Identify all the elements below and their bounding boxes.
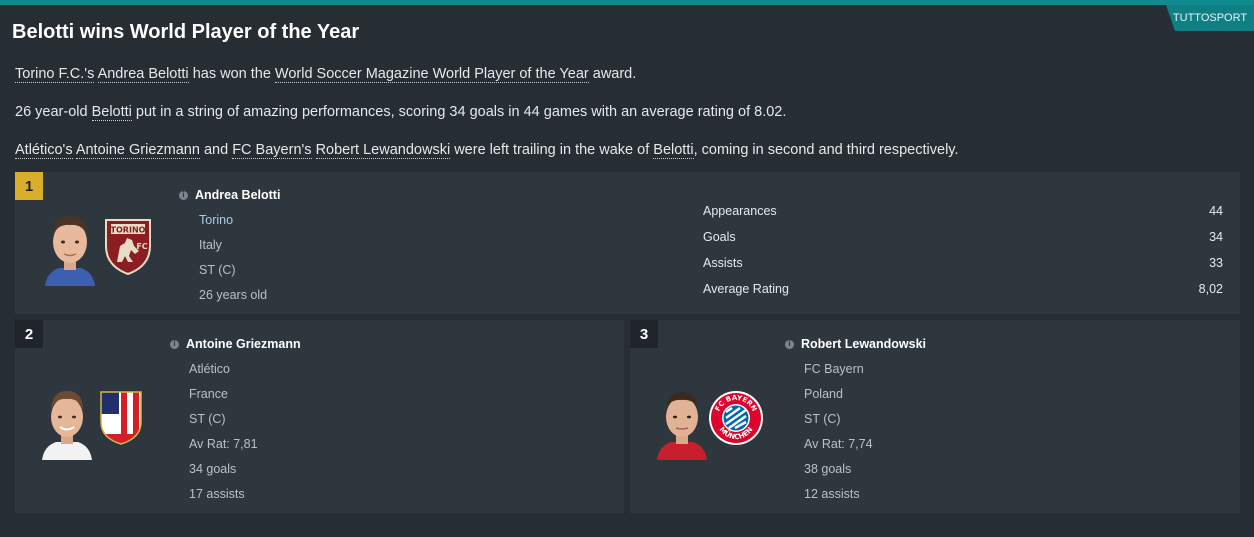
player-assists: 12 assists bbox=[804, 487, 860, 501]
player-portrait-griezmann[interactable] bbox=[39, 382, 95, 460]
player-position: ST (C) bbox=[189, 412, 226, 426]
crest-text: TORINO bbox=[111, 226, 146, 235]
paragraph-1: Torino F.C.'s Andrea Belotti has won the… bbox=[15, 66, 637, 83]
player-club[interactable]: FC Bayern bbox=[804, 362, 864, 376]
stat-row-assists: Assists 33 bbox=[703, 250, 1223, 276]
info-icon[interactable]: i bbox=[179, 190, 188, 200]
player-assists: 17 assists bbox=[189, 487, 245, 501]
player-name[interactable]: Andrea Belotti bbox=[195, 188, 280, 202]
player-name-row: i Andrea Belotti bbox=[179, 188, 280, 202]
club-link-bayern[interactable]: FC Bayern's bbox=[232, 142, 312, 159]
paragraph-text: , coming in second and third respectivel… bbox=[693, 142, 959, 158]
player-portrait-belotti[interactable] bbox=[41, 206, 99, 286]
paragraph-text: award. bbox=[592, 66, 637, 82]
torino-crest[interactable]: TORINO FC bbox=[103, 216, 153, 276]
source-tag: TUTTOSPORT bbox=[1166, 5, 1254, 31]
player-club[interactable]: Atlético bbox=[189, 362, 230, 376]
player-name-row: i Robert Lewandowski bbox=[785, 337, 926, 351]
info-icon[interactable]: i bbox=[170, 339, 179, 349]
rank-badge: 2 bbox=[15, 320, 43, 348]
award-link[interactable]: World Soccer Magazine World Player of th… bbox=[274, 66, 589, 83]
player-rating: Av Rat: 7,81 bbox=[189, 437, 258, 451]
player-name[interactable]: Robert Lewandowski bbox=[801, 337, 926, 351]
stat-label: Goals bbox=[703, 230, 736, 244]
stat-row-goals: Goals 34 bbox=[703, 224, 1223, 250]
club-link-atletico[interactable]: Atlético's bbox=[15, 142, 73, 159]
player-rating: Av Rat: 7,74 bbox=[804, 437, 873, 451]
player-nation: France bbox=[189, 387, 228, 401]
stat-row-appearances: Appearances 44 bbox=[703, 198, 1223, 224]
info-icon[interactable]: i bbox=[785, 339, 794, 349]
player-link-belotti[interactable]: Belotti bbox=[91, 104, 132, 121]
rank-badge: 3 bbox=[630, 320, 658, 348]
player-link-lewandowski[interactable]: Robert Lewandowski bbox=[315, 142, 451, 159]
paragraph-3: Atlético's Antoine Griezmann and FC Baye… bbox=[15, 142, 959, 159]
player-age: 26 years old bbox=[199, 288, 268, 302]
paragraph-text: were left trailing in the wake of bbox=[454, 142, 650, 158]
paragraph-text: and bbox=[203, 142, 229, 158]
paragraph-text: 26 year-old bbox=[15, 104, 88, 120]
top-accent-bar bbox=[0, 0, 1254, 5]
paragraph-2: 26 year-old Belotti put in a string of a… bbox=[15, 104, 787, 121]
player-position: ST (C) bbox=[804, 412, 841, 426]
winner-card: 1 TORINO FC i Andrea Belotti Torino Ital… bbox=[15, 172, 1240, 314]
winner-stats-table: Appearances 44 Goals 34 Assists 33 Avera… bbox=[703, 198, 1223, 302]
crest-sub-text: FC bbox=[136, 242, 147, 251]
stat-value: 8,02 bbox=[1198, 282, 1223, 296]
player-name[interactable]: Antoine Griezmann bbox=[186, 337, 301, 351]
paragraph-text: has won the bbox=[192, 66, 271, 82]
player-club-link[interactable]: Torino bbox=[199, 213, 233, 227]
player-goals: 38 goals bbox=[804, 462, 852, 476]
player-link-griezmann[interactable]: Antoine Griezmann bbox=[75, 142, 200, 159]
stat-label: Average Rating bbox=[703, 282, 789, 296]
player-name-row: i Antoine Griezmann bbox=[170, 337, 301, 351]
player-nation: Poland bbox=[804, 387, 843, 401]
player-goals: 34 goals bbox=[189, 462, 237, 476]
stat-label: Assists bbox=[703, 256, 743, 270]
stat-value: 44 bbox=[1209, 204, 1223, 218]
player-position: ST (C) bbox=[199, 263, 236, 277]
news-headline: Belotti wins World Player of the Year bbox=[12, 21, 360, 43]
bayern-crest[interactable]: FC BAYERN MÜNCHEN bbox=[708, 390, 764, 446]
third-place-card: 3 FC BAYERN MÜNCHEN i Robert Lewandowski… bbox=[630, 320, 1240, 513]
player-portrait-lewandowski[interactable] bbox=[654, 382, 710, 460]
player-nation: Italy bbox=[199, 238, 222, 252]
stat-value: 33 bbox=[1209, 256, 1223, 270]
second-place-card: 2 i Antoine Griezmann Atlético France ST… bbox=[15, 320, 624, 513]
paragraph-text: put in a string of amazing performances,… bbox=[135, 104, 787, 120]
player-link-belotti[interactable]: Andrea Belotti bbox=[97, 66, 189, 83]
club-link-torino[interactable]: Torino F.C.'s bbox=[15, 66, 95, 83]
stat-row-average-rating: Average Rating 8,02 bbox=[703, 276, 1223, 302]
stat-value: 34 bbox=[1209, 230, 1223, 244]
atletico-crest[interactable] bbox=[99, 390, 143, 446]
stat-label: Appearances bbox=[703, 204, 777, 218]
player-link-belotti[interactable]: Belotti bbox=[653, 142, 694, 159]
rank-badge: 1 bbox=[15, 172, 43, 200]
